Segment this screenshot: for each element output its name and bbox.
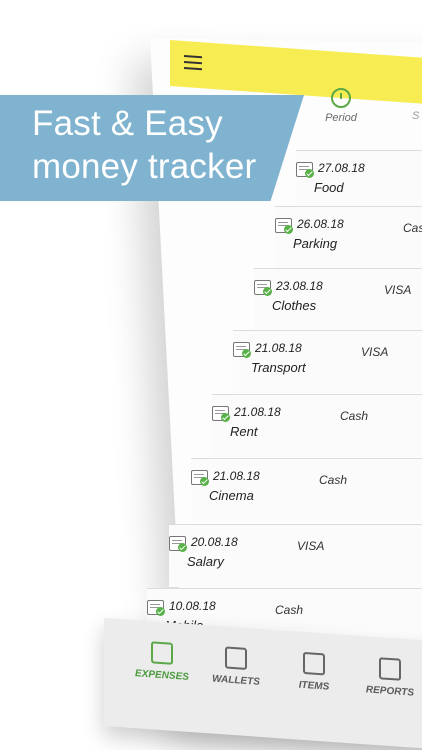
check-icon (242, 349, 251, 358)
nav-expenses[interactable]: EXPENSES (130, 640, 194, 683)
row-name: Salary (187, 554, 224, 569)
promo-banner: Fast & Easy money tracker (0, 95, 304, 201)
list-item[interactable]: 27.08.18 Food (296, 150, 422, 213)
menu-icon[interactable] (184, 54, 202, 71)
row-name: Transport (251, 360, 306, 375)
tab-period[interactable]: Period (320, 88, 362, 124)
check-icon (200, 477, 209, 486)
nav-items-label: ITEMS (298, 679, 330, 693)
row-name: Parking (293, 236, 338, 251)
row-date: 26.08.18 (297, 217, 344, 231)
list-item[interactable]: 26.08.18 Parking Cas (275, 206, 422, 269)
row-payment: VISA (384, 283, 412, 297)
row-name: Cinema (209, 488, 254, 503)
list-item[interactable]: 21.08.18 Transport VISA (233, 330, 422, 393)
check-icon (221, 413, 230, 422)
row-date: 20.08.18 (191, 535, 238, 549)
nav-reports-label: REPORTS (365, 684, 415, 699)
row-date: 21.08.18 (255, 341, 302, 355)
row-date: 27.08.18 (318, 161, 365, 175)
bottom-nav: EXPENSES WALLETS ITEMS REPORTS (104, 618, 422, 750)
list-item[interactable]: 21.08.18 Rent Cash (212, 394, 422, 457)
check-icon (305, 169, 314, 178)
nav-reports[interactable]: REPORTS (358, 656, 422, 699)
list-item[interactable]: 20.08.18 Salary VISA (169, 524, 422, 587)
row-payment: Cash (319, 473, 348, 487)
nav-expenses-label: EXPENSES (135, 668, 189, 683)
row-payment: Cash (275, 603, 304, 617)
row-date: 21.08.18 (234, 405, 281, 419)
wallet-icon (225, 646, 247, 670)
row-payment: VISA (297, 539, 325, 553)
list-item[interactable]: 23.08.18 Clothes VISA (254, 268, 422, 331)
row-date: 23.08.18 (276, 279, 323, 293)
row-payment: Cas (403, 221, 422, 235)
row-name: Clothes (272, 298, 317, 313)
reports-icon (379, 657, 401, 681)
row-date: 21.08.18 (213, 469, 260, 483)
row-payment: Cash (340, 409, 369, 423)
banner-line-2: money tracker (32, 147, 257, 186)
check-icon (178, 543, 187, 552)
nav-wallets[interactable]: WALLETS (204, 645, 268, 688)
nav-items[interactable]: ITEMS (282, 650, 346, 693)
list-item[interactable]: 10.08.18 Mobile Cash (147, 588, 422, 633)
row-payment: VISA (361, 345, 389, 359)
nav-wallets-label: WALLETS (212, 673, 260, 688)
tab-period-label: Period (325, 112, 357, 124)
expenses-icon (151, 641, 173, 665)
tab-next-partial[interactable]: S (412, 110, 419, 122)
list-item[interactable]: 21.08.18 Cinema Cash (191, 458, 422, 521)
row-name: Food (314, 180, 344, 195)
screenshot-stage: Period S 27.08.18 Food 26.08.18 Parking … (0, 0, 422, 750)
check-icon (156, 607, 165, 616)
row-name: Rent (230, 424, 258, 439)
clock-icon (331, 88, 351, 108)
check-icon (263, 287, 272, 296)
check-icon (284, 225, 293, 234)
banner-line-1: Fast & Easy (32, 104, 223, 143)
row-date: 10.08.18 (169, 599, 216, 613)
items-icon (303, 651, 325, 676)
